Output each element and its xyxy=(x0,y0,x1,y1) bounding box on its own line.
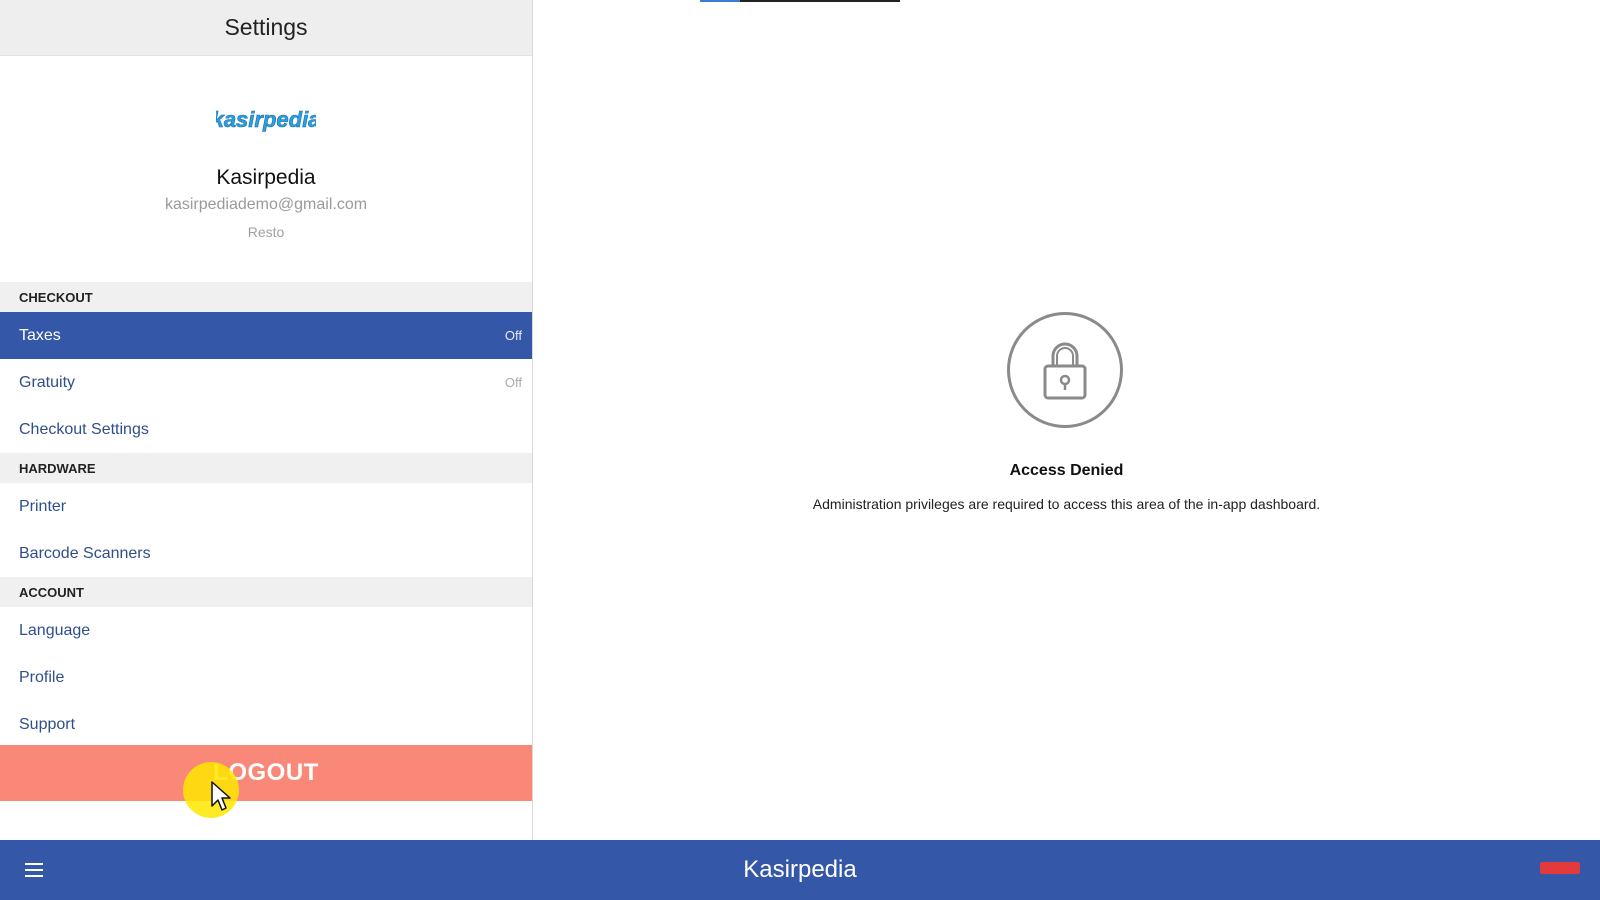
menu-item-checkout-settings[interactable]: Checkout Settings xyxy=(0,406,532,453)
menu-item-taxes[interactable]: Taxes Off xyxy=(0,312,532,359)
logout-button[interactable]: LOGOUT xyxy=(0,745,532,801)
top-indicator xyxy=(700,0,900,2)
lock-icon-graphic xyxy=(1043,342,1087,400)
menu-item-printer-label: Printer xyxy=(19,497,67,515)
profile-name: Kasirpedia xyxy=(216,166,316,189)
settings-title: Settings xyxy=(224,14,308,40)
settings-header: Settings xyxy=(0,0,532,56)
menu-item-gratuity[interactable]: Gratuity Off xyxy=(0,359,532,406)
settings-panel: Settings kasirpedia Kasirpedia kasirpedi… xyxy=(0,0,533,840)
menu-item-support-label: Support xyxy=(19,715,76,733)
menu-item-gratuity-value: Off xyxy=(504,375,522,390)
logo-text: kasirpedia xyxy=(216,107,316,132)
menu-item-printer[interactable]: Printer xyxy=(0,483,532,530)
menu-item-barcode-scanners[interactable]: Barcode Scanners xyxy=(0,530,532,577)
access-denied-title: Access Denied xyxy=(1009,462,1124,479)
profile-email: kasirpediademo@gmail.com xyxy=(164,196,368,213)
app-window: Settings kasirpedia Kasirpedia kasirpedi… xyxy=(0,0,1600,900)
menu-item-gratuity-label: Gratuity xyxy=(19,373,76,391)
kasirpedia-logo-graphic: kasirpedia xyxy=(216,107,316,133)
menu-item-taxes-value: Off xyxy=(504,328,522,343)
menu-item-taxes-label: Taxes xyxy=(19,326,61,344)
section-header-hardware: HARDWARE xyxy=(0,453,532,483)
section-header-account: ACCOUNT xyxy=(0,577,532,607)
section-header-checkout: CHECKOUT xyxy=(0,282,532,312)
menu-item-language-label: Language xyxy=(19,621,91,639)
menu-item-barcode-scanners-label: Barcode Scanners xyxy=(19,544,151,562)
bottom-bar: Kasirpedia xyxy=(0,840,1600,900)
mouse-cursor-icon xyxy=(211,781,231,811)
menu-item-language[interactable]: Language xyxy=(0,607,532,654)
hamburger-menu-icon[interactable] xyxy=(25,860,45,880)
lock-icon xyxy=(1007,312,1123,428)
menu-item-support[interactable]: Support xyxy=(0,701,532,748)
menu-item-profile[interactable]: Profile xyxy=(0,654,532,701)
profile-role: Resto xyxy=(247,224,285,240)
menu-item-checkout-settings-label: Checkout Settings xyxy=(19,420,149,438)
top-indicator-accent xyxy=(700,0,740,2)
content-area: Access Denied Administration privileges … xyxy=(533,0,1600,840)
subscribe-badge-icon[interactable] xyxy=(1540,862,1580,874)
access-denied-message: Administration privileges are required t… xyxy=(812,496,1321,512)
profile-block: kasirpedia Kasirpedia kasirpediademo@gma… xyxy=(0,56,532,282)
menu-item-profile-label: Profile xyxy=(19,668,65,686)
kasirpedia-logo: kasirpedia xyxy=(216,100,316,140)
bottom-bar-title: Kasirpedia xyxy=(743,856,857,883)
